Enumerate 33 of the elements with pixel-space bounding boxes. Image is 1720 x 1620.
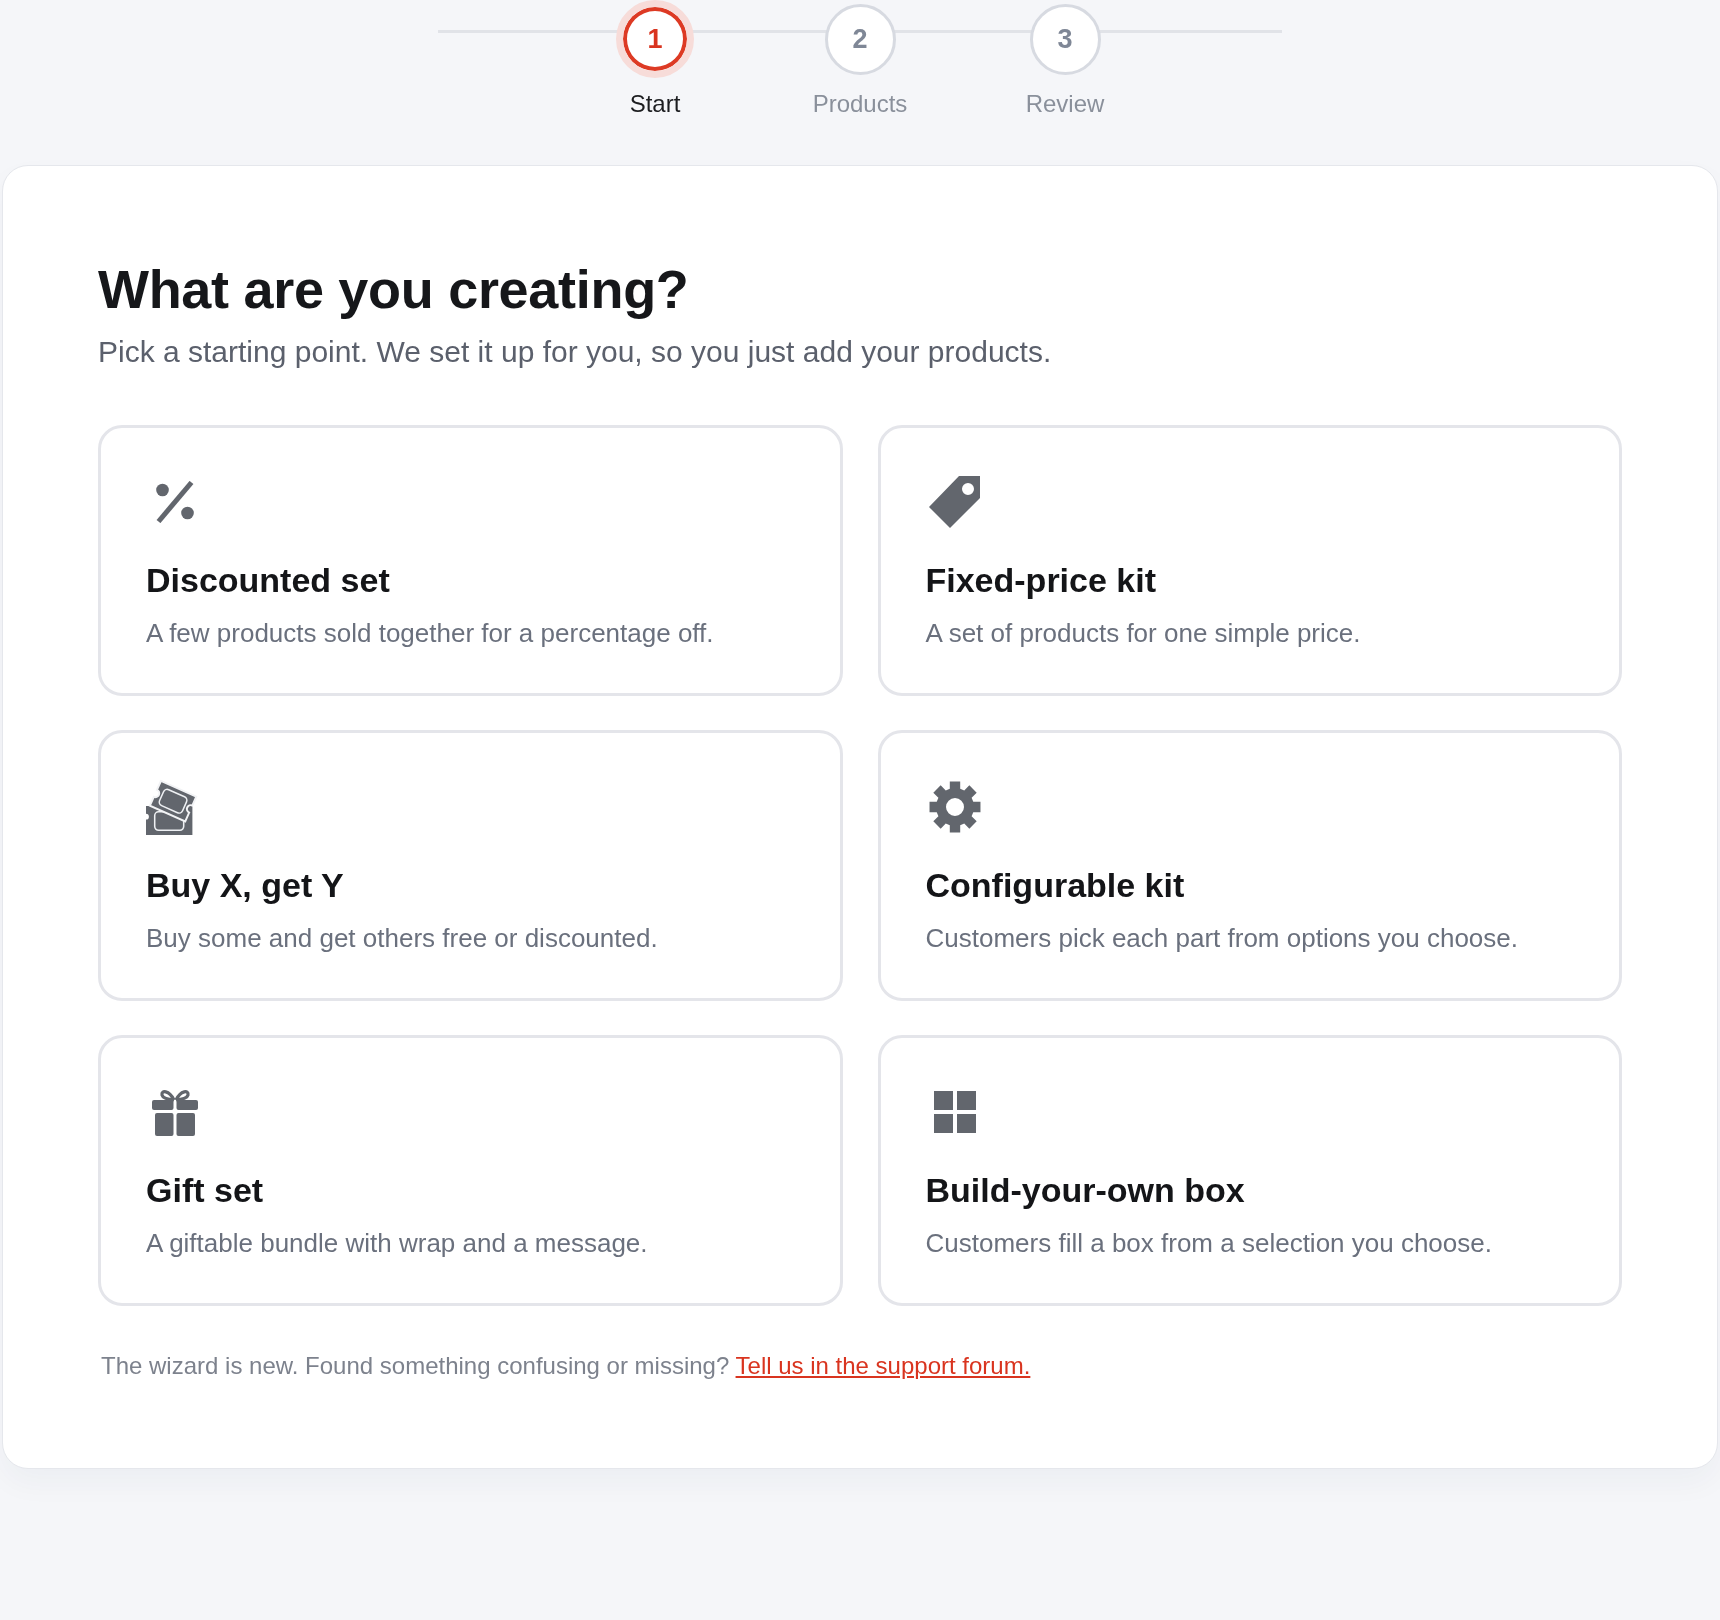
option-title: Discounted set (146, 560, 390, 601)
option-card[interactable]: Gift set A giftable bundle with wrap and a message. (98, 1035, 843, 1306)
option-description: Customers pick each part from options you choose. (925, 922, 1518, 955)
option-card[interactable]: Fixed-price kit A set of products for one simple price. (877, 425, 1622, 696)
step-circle: 2 (824, 3, 896, 75)
page-subtitle: Pick a starting point. We set it up for you, so you just add your products. (98, 334, 1053, 370)
option-card[interactable]: Configurable kit Customers pick each part from options you choose. (877, 730, 1622, 1001)
option-description: A giftable bundle with wrap and a message. (146, 1227, 648, 1260)
step-label: Start (629, 90, 681, 118)
option-card[interactable]: Build-your-own box Customers fill a box from a selection you choose. (877, 1035, 1622, 1306)
option-title: Buy X, get Y (146, 865, 344, 906)
option-card[interactable]: Discounted set A few products sold together for a percentage off. (98, 425, 843, 696)
option-title: Gift set (146, 1170, 264, 1211)
option-description: Customers fill a box from a selection you choose. (925, 1227, 1492, 1260)
option-card[interactable]: Buy X, get Y Buy some and get others free or discounted. (98, 730, 843, 1001)
settings-gear-icon (928, 781, 981, 833)
feedback-note: The wizard is new. Found something confusing or missing? Tell us in the support forum. (101, 1351, 1032, 1381)
gift-icon (152, 1088, 198, 1136)
percent-icon (156, 481, 194, 523)
support-forum-link[interactable]: Tell us in the support forum. (735, 1352, 1031, 1379)
option-title: Build-your-own box (925, 1170, 1245, 1211)
option-description: A set of products for one simple price. (925, 617, 1361, 650)
grid-icon (933, 1091, 976, 1133)
step-label: Review (1025, 90, 1105, 118)
step-circle: 1 (616, 0, 694, 78)
option-description: A few products sold together for a percentage off. (146, 617, 714, 650)
page-title: What are you creating? (98, 258, 690, 320)
tag-icon (929, 476, 980, 528)
option-title: Fixed-price kit (925, 560, 1156, 601)
step-label: Products (812, 90, 908, 118)
option-title: Configurable kit (925, 865, 1185, 906)
step-circle: 3 (1029, 3, 1101, 75)
option-description: Buy some and get others free or discounted. (146, 922, 658, 955)
